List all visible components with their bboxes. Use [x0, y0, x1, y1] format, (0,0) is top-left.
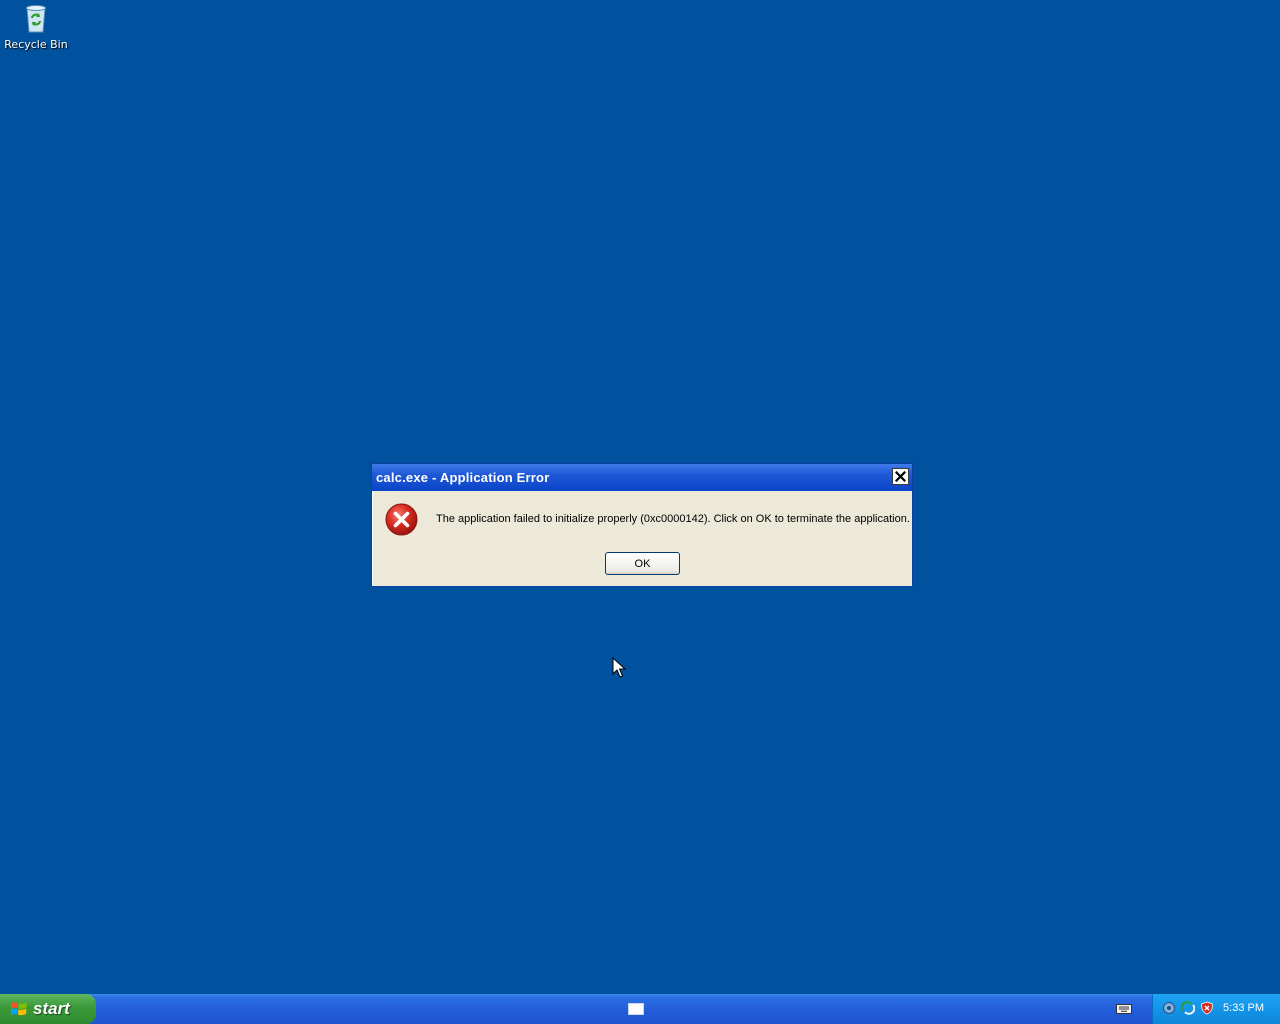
close-icon: [895, 471, 906, 482]
taskbar: start 5:33 PM: [0, 994, 1280, 1024]
taskbar-window-button[interactable]: [628, 1003, 644, 1015]
keyboard-icon[interactable]: [1116, 1003, 1132, 1015]
dialog-titlebar[interactable]: calc.exe - Application Error: [372, 464, 912, 491]
network-icon[interactable]: [1162, 1001, 1176, 1015]
security-shield-icon[interactable]: [1200, 1001, 1214, 1015]
update-icon[interactable]: [1181, 1001, 1195, 1015]
clock[interactable]: 5:33 PM: [1223, 1002, 1264, 1014]
ok-button[interactable]: OK: [605, 552, 680, 575]
desktop-icon-recycle-bin[interactable]: Recycle Bin: [4, 2, 68, 51]
application-error-dialog: calc.exe - Application Error The applica…: [371, 463, 913, 587]
close-button[interactable]: [892, 468, 909, 485]
desktop-icon-label: Recycle Bin: [4, 38, 68, 51]
error-icon: [385, 503, 418, 536]
start-label: start: [33, 999, 70, 1018]
windows-flag-icon: [11, 1002, 27, 1016]
recycle-bin-icon: [26, 5, 46, 33]
start-button[interactable]: start: [0, 994, 96, 1024]
error-message: The application failed to initialize pro…: [436, 513, 910, 525]
dialog-title: calc.exe - Application Error: [376, 470, 550, 485]
system-tray: 5:33 PM: [1152, 994, 1280, 1024]
mouse-cursor-icon: [612, 657, 626, 678]
